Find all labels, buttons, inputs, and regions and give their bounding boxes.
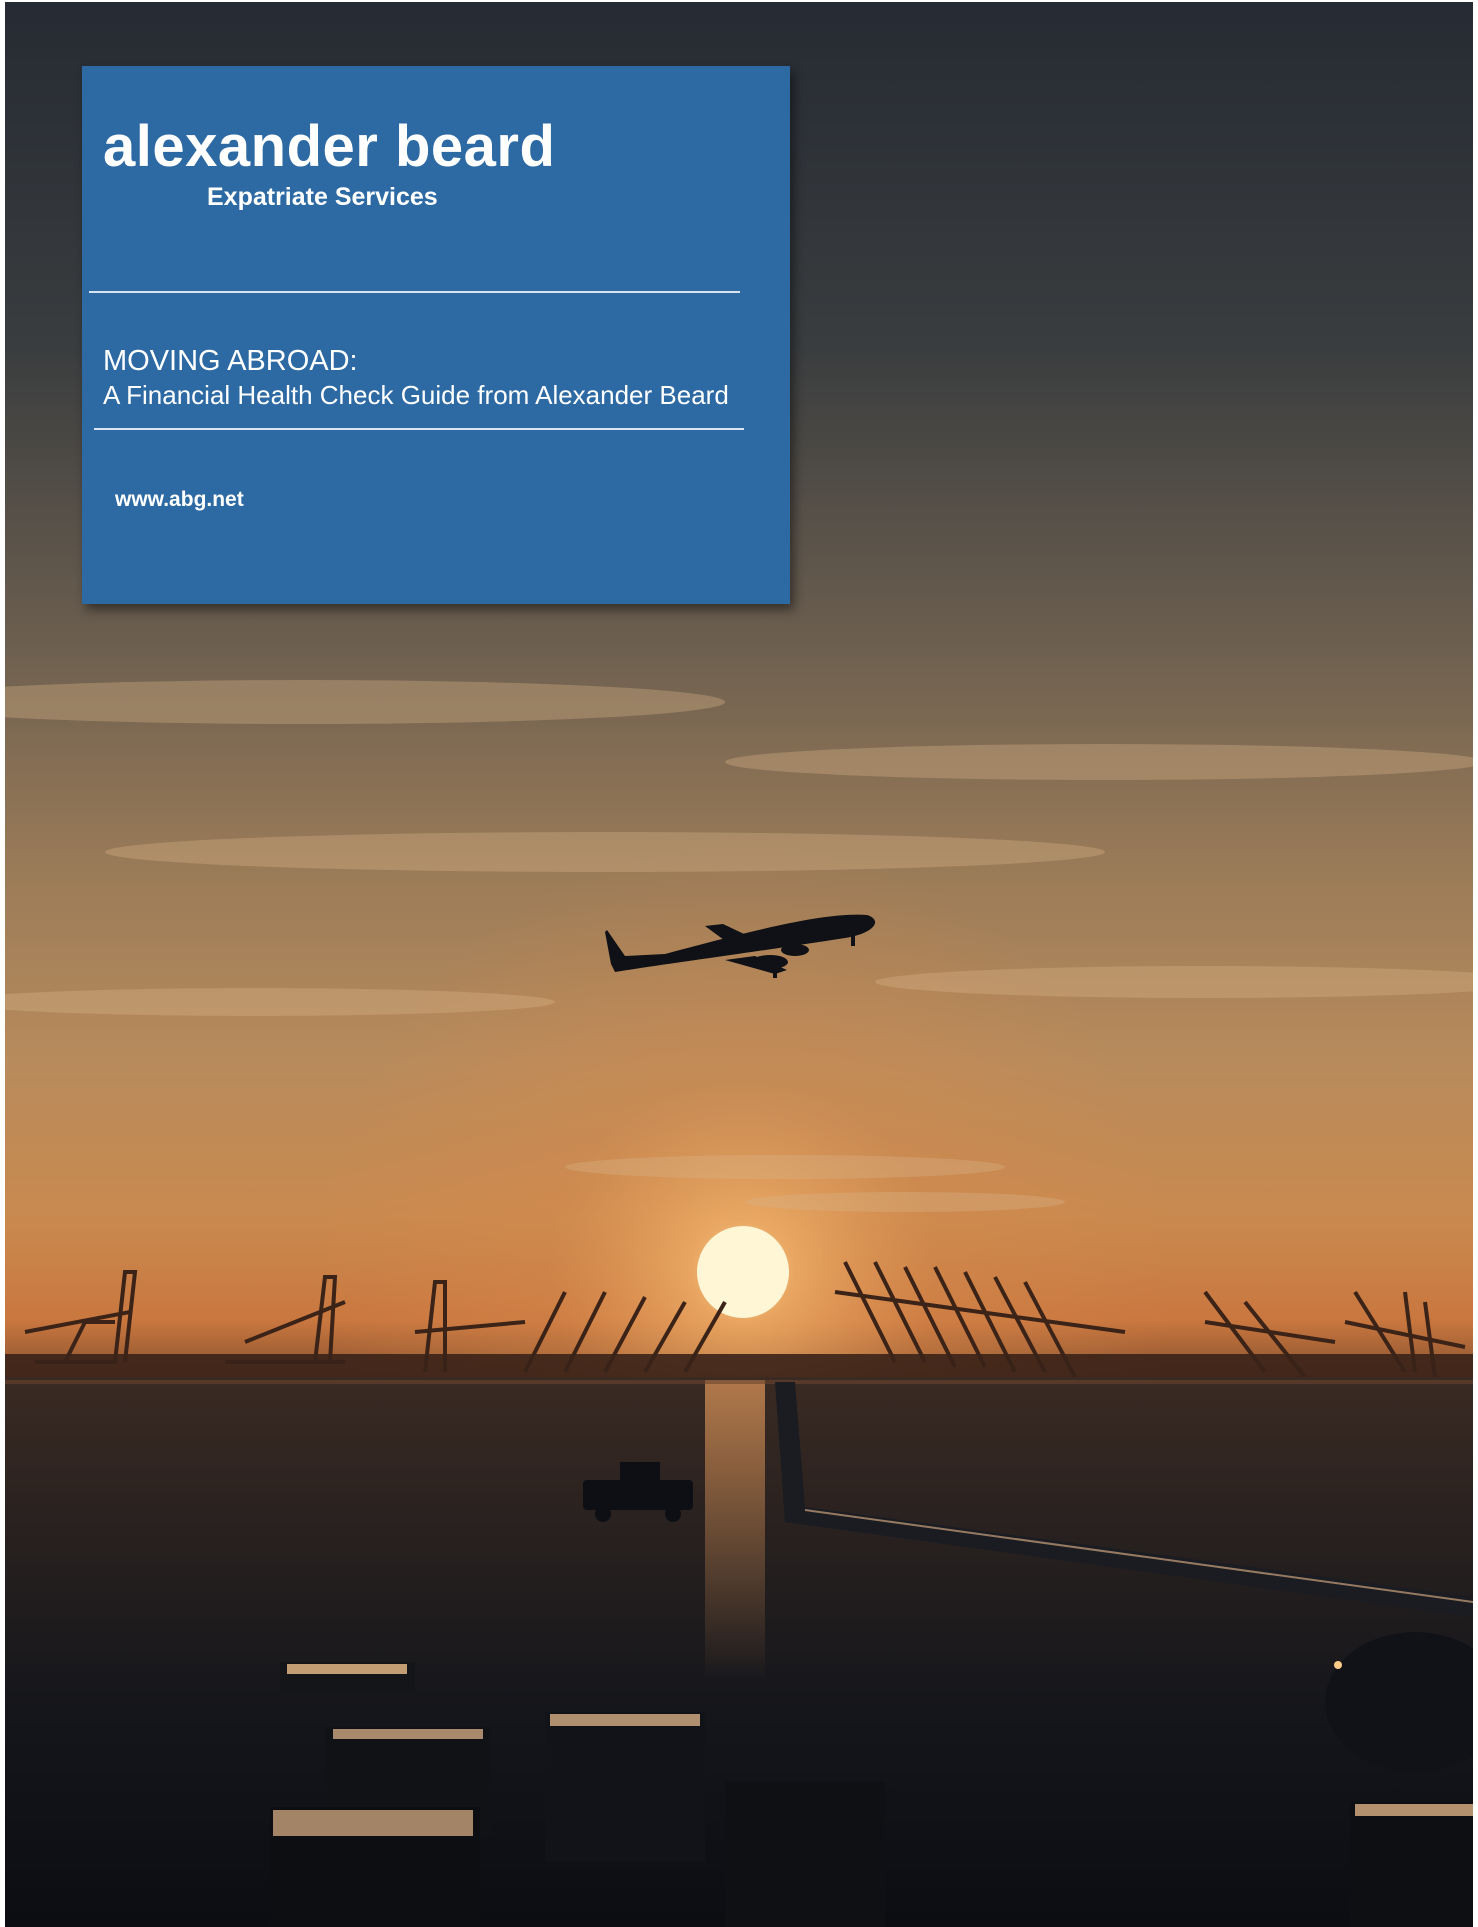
brand-name: alexander beard — [103, 114, 556, 179]
divider — [94, 428, 744, 430]
sun-icon — [697, 1226, 789, 1318]
website-link[interactable]: www.abg.net — [115, 487, 244, 513]
brand-tagline: Expatriate Services — [207, 183, 438, 211]
divider — [89, 291, 740, 293]
document-heading: MOVING ABROAD: — [103, 345, 358, 377]
document-subheading: A Financial Health Check Guide from Alex… — [103, 380, 729, 410]
title-card: alexander beard Expatriate Services MOVI… — [82, 66, 790, 604]
cover-page: alexander beard Expatriate Services MOVI… — [5, 2, 1473, 1927]
